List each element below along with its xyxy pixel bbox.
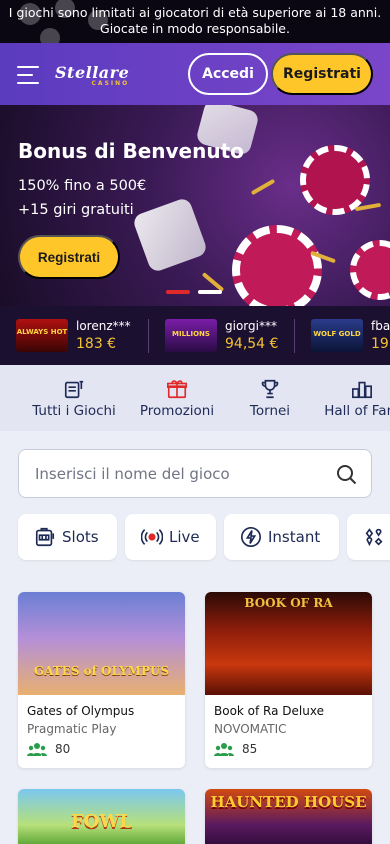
game-search-box xyxy=(18,449,372,498)
carousel-dot-2[interactable] xyxy=(198,290,222,294)
player-count-value: 80 xyxy=(55,742,71,756)
casino-chip-decoration xyxy=(232,225,322,306)
nav-hall-of-fame[interactable]: Hall of Fam xyxy=(322,365,390,431)
notice-line-1: I giochi sono limitati ai giocatori di e… xyxy=(8,5,382,20)
recent-winners-ticker: ALWAYS HOT lorenz*** 183 € MILLIONS gior… xyxy=(0,306,390,365)
winner-item[interactable]: WOLF GOLD fba 19 xyxy=(311,319,390,353)
banner-line-2: +15 giri gratuiti xyxy=(18,202,134,218)
lightning-icon xyxy=(241,527,261,547)
stellare-logo[interactable]: Stellare CASINO xyxy=(55,63,129,87)
winner-amount: 94,54 € xyxy=(225,336,279,352)
player-count-value: 85 xyxy=(242,742,258,756)
game-thumbnail: ALWAYS HOT xyxy=(16,319,68,352)
players-icon xyxy=(27,743,47,756)
banner-line-1: 150% fino a 500€ xyxy=(18,178,147,194)
game-art: FOWL xyxy=(18,789,185,844)
nav-all-games[interactable]: Tutti i Giochi xyxy=(28,365,120,431)
confetti-decoration xyxy=(201,272,225,292)
game-title: Gates of Olympus xyxy=(27,704,135,718)
winner-item[interactable]: MILLIONS giorgi*** 94,54 € xyxy=(165,319,295,353)
carousel-dots xyxy=(166,290,222,294)
game-thumbnail: WOLF GOLD xyxy=(311,319,363,352)
filter-chip-instant[interactable]: Instant xyxy=(224,514,339,560)
game-card-book-of-ra-deluxe[interactable]: BOOK OF RA Book of Ra Deluxe NOVOMATIC 8… xyxy=(205,592,372,768)
chip-label: Slots xyxy=(62,528,99,546)
winner-username: lorenz*** xyxy=(76,319,131,333)
notice-line-2: Giocate in modo responsabile. xyxy=(100,21,290,36)
category-nav: Tutti i Giochi Promozioni Tornei Hall of… xyxy=(0,365,390,431)
player-count: 85 xyxy=(214,742,257,756)
game-thumbnail: MILLIONS xyxy=(165,319,217,352)
game-provider: Pragmatic Play xyxy=(27,722,117,736)
game-card-fowl[interactable]: FOWL xyxy=(18,789,185,844)
filter-chip-cards[interactable] xyxy=(347,514,390,560)
game-card-gates-of-olympus[interactable]: GATES of OLYMPUS Gates of Olympus Pragma… xyxy=(18,592,185,768)
top-header: Stellare CASINO Accedi Registrati xyxy=(0,43,390,105)
banner-title: Bonus di Benvenuto xyxy=(18,139,244,163)
nav-label: Promozioni xyxy=(139,403,215,419)
nav-promotions[interactable]: Promozioni xyxy=(136,365,218,431)
game-art-title: GATES of OLYMPUS xyxy=(33,664,170,678)
game-title: Book of Ra Deluxe xyxy=(214,704,324,718)
dice-decoration xyxy=(131,196,209,274)
game-art-title: FOWL xyxy=(70,811,133,832)
game-art-title: HAUNTED HOUSE xyxy=(210,793,367,811)
gift-icon xyxy=(167,380,187,399)
game-art-title: BOOK OF RA xyxy=(244,596,333,610)
search-input[interactable] xyxy=(35,462,335,486)
cards-icon xyxy=(365,528,383,547)
live-icon xyxy=(141,529,163,545)
game-provider: NOVOMATIC xyxy=(214,722,287,736)
age-notice-bar: I giochi sono limitati ai giocatori di e… xyxy=(0,0,390,43)
casino-chip-decoration xyxy=(300,145,370,215)
banner-register-button[interactable]: Registrati xyxy=(18,235,120,279)
players-icon xyxy=(214,743,234,756)
divider xyxy=(148,319,149,353)
games-icon xyxy=(64,380,84,399)
game-art: HAUNTED HOUSE xyxy=(205,789,372,844)
player-count: 80 xyxy=(27,742,70,756)
trophy-icon xyxy=(261,379,279,399)
casino-chip-decoration xyxy=(350,240,390,300)
carousel-dot-1[interactable] xyxy=(166,290,190,294)
filter-chip-slots[interactable]: Slots xyxy=(18,514,117,560)
chip-label: Live xyxy=(169,528,200,546)
game-art: BOOK OF RA xyxy=(205,592,372,695)
slot-machine-icon xyxy=(35,527,55,547)
nav-label: Tutti i Giochi xyxy=(32,403,116,419)
welcome-bonus-banner[interactable]: Bonus di Benvenuto 150% fino a 500€ +15 … xyxy=(0,105,390,306)
winner-username: giorgi*** xyxy=(225,319,277,333)
winner-item[interactable]: ALWAYS HOT lorenz*** 183 € xyxy=(16,319,156,353)
search-icon[interactable] xyxy=(335,463,359,487)
register-button[interactable]: Registrati xyxy=(271,53,373,95)
winner-amount: 183 € xyxy=(76,336,117,352)
nav-label: Tornei xyxy=(249,403,291,419)
menu-icon[interactable] xyxy=(17,66,39,84)
leaderboard-icon xyxy=(352,381,372,399)
game-card-haunted-house[interactable]: HAUNTED HOUSE xyxy=(205,789,372,844)
confetti-decoration xyxy=(250,178,276,196)
nav-label: Hall of Fam xyxy=(324,403,390,419)
winner-username: fba xyxy=(371,319,390,333)
divider xyxy=(294,319,295,353)
filter-chip-live[interactable]: Live xyxy=(125,514,216,560)
nav-tournaments[interactable]: Tornei xyxy=(236,365,304,431)
game-art: GATES of OLYMPUS xyxy=(18,592,185,695)
login-button[interactable]: Accedi xyxy=(188,53,268,95)
chip-label: Instant xyxy=(268,528,321,546)
winner-amount: 19 xyxy=(371,336,389,352)
